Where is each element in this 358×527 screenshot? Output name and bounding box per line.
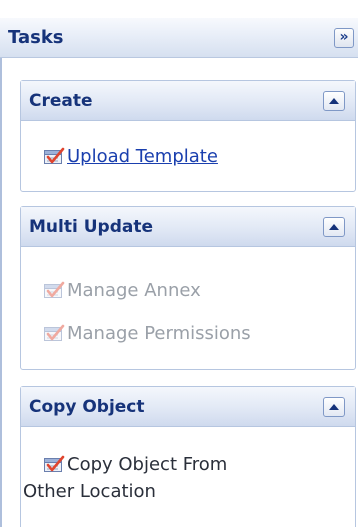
collapse-panel-button[interactable]: » — [334, 28, 354, 48]
section-copy-object: Copy Object Copy Object From Other Locat… — [20, 386, 356, 527]
upload-template-link[interactable]: Upload Template — [67, 146, 218, 167]
checklist-icon — [44, 281, 65, 298]
section-multi-update-header: Multi Update — [21, 207, 355, 247]
tasks-panel: Tasks » Create Upload Template Multi Upd… — [0, 0, 358, 527]
task-upload-template[interactable]: Upload Template — [43, 145, 218, 169]
section-multi-update-title: Multi Update — [29, 217, 153, 237]
manage-permissions-label: Manage Permissions — [67, 323, 251, 344]
section-create-title: Create — [29, 91, 93, 111]
checklist-icon — [44, 455, 65, 472]
checklist-icon — [44, 324, 65, 341]
section-create: Create Upload Template — [20, 80, 356, 192]
section-multi-update: Multi Update Manage Annex Manage Permiss… — [20, 206, 356, 370]
copy-object-label-line2[interactable]: Other Location — [23, 481, 156, 502]
panel-divider — [0, 58, 2, 527]
section-create-collapse-button[interactable] — [323, 91, 345, 111]
tasks-title: Tasks — [8, 27, 64, 48]
task-manage-annex: Manage Annex — [43, 279, 201, 303]
section-multi-update-collapse-button[interactable] — [323, 217, 345, 237]
task-copy-object-from-other-location[interactable]: Copy Object From Other Location — [23, 451, 343, 505]
section-create-header: Create — [21, 81, 355, 121]
section-copy-object-collapse-button[interactable] — [323, 397, 345, 417]
task-manage-permissions: Manage Permissions — [43, 322, 251, 346]
tasks-header: Tasks » — [0, 18, 358, 58]
manage-annex-label: Manage Annex — [67, 280, 201, 301]
section-copy-object-header: Copy Object — [21, 387, 355, 427]
copy-object-label-line1[interactable]: Copy Object From — [67, 454, 227, 475]
section-copy-object-title: Copy Object — [29, 397, 145, 417]
checklist-icon — [44, 147, 65, 164]
